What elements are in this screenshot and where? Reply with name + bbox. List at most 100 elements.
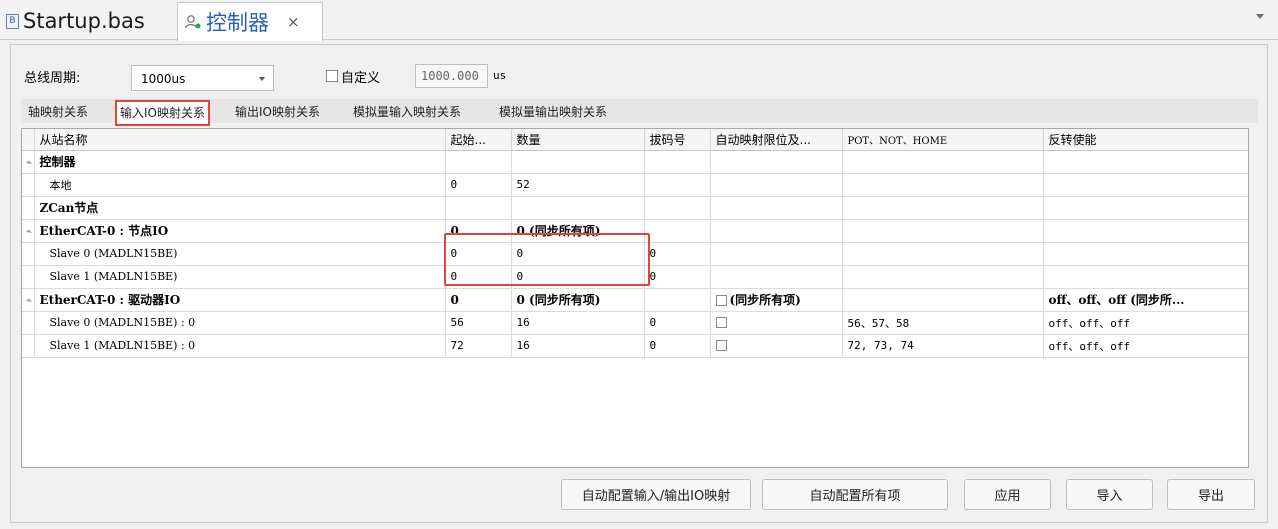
dial-code-cell[interactable] xyxy=(644,288,711,312)
pot-not-home-cell[interactable] xyxy=(842,288,1044,312)
slave-name-cell[interactable]: Slave 1 (MADLN15BE) xyxy=(34,265,446,289)
start-cell[interactable]: 72 xyxy=(445,334,512,358)
auto-limit-cell[interactable] xyxy=(710,173,843,197)
pot-not-home-cell[interactable] xyxy=(842,196,1044,220)
dial-code-cell[interactable]: 0 xyxy=(644,242,711,266)
auto-limit-cell[interactable] xyxy=(710,150,843,174)
auto-limit-cell[interactable]: (同步所有项) xyxy=(710,288,843,312)
count-cell[interactable]: 0 (同步所有项) xyxy=(511,288,645,312)
invert-enable-cell[interactable] xyxy=(1043,242,1248,266)
dial-code-cell[interactable]: 0 xyxy=(644,265,711,289)
subtab-analog-input-mapping[interactable]: 模拟量输入映射关系 xyxy=(353,103,461,120)
expand-triangle-icon[interactable] xyxy=(25,297,33,305)
start-cell[interactable]: 0 xyxy=(445,288,512,312)
invert-enable-cell[interactable] xyxy=(1043,219,1248,243)
start-cell[interactable] xyxy=(445,150,512,174)
auto-limit-checkbox[interactable] xyxy=(715,317,727,328)
start-cell[interactable]: 0 xyxy=(445,242,512,266)
start-cell[interactable]: 0 xyxy=(445,219,512,243)
dial-code-cell[interactable] xyxy=(644,150,711,174)
dial-code-cell[interactable]: 0 xyxy=(644,311,711,335)
table-row[interactable]: Slave 0 (MADLN15BE) 0 0 0 xyxy=(22,242,1248,266)
table-row[interactable]: ZCan节点 xyxy=(22,196,1248,220)
invert-enable-cell[interactable] xyxy=(1043,265,1248,289)
table-row[interactable]: EtherCAT-0 : 节点IO 0 0 (同步所有项) xyxy=(22,219,1248,243)
slave-name-cell[interactable]: EtherCAT-0 : 驱动器IO xyxy=(34,288,446,312)
column-header-invert-enable[interactable]: 反转使能 xyxy=(1043,129,1248,151)
tab-controller[interactable]: 控制器 × xyxy=(177,2,323,41)
dial-code-cell[interactable]: 0 xyxy=(644,334,711,358)
export-button[interactable]: 导出 xyxy=(1167,479,1255,510)
table-row[interactable]: 控制器 xyxy=(22,150,1248,174)
subtab-input-io-mapping[interactable]: 输入IO映射关系 xyxy=(115,100,210,126)
dial-code-cell[interactable] xyxy=(644,173,711,197)
close-icon[interactable]: × xyxy=(287,13,300,31)
table-row[interactable]: EtherCAT-0 : 驱动器IO 0 0 (同步所有项) (同步所有项) off、o… xyxy=(22,288,1248,312)
pot-not-home-cell[interactable] xyxy=(842,219,1044,243)
slave-name-cell[interactable]: Slave 0 (MADLN15BE) : 0 xyxy=(34,311,446,335)
auto-limit-cell[interactable] xyxy=(710,242,843,266)
table-row[interactable]: Slave 1 (MADLN15BE) : 0 72 16 0 72, 73, 74 of… xyxy=(22,334,1248,358)
table-row[interactable]: 本地 0 52 xyxy=(22,173,1248,197)
column-header-dial-code[interactable]: 拔码号 xyxy=(644,129,711,151)
auto-limit-cell[interactable] xyxy=(710,265,843,289)
expand-triangle-icon[interactable] xyxy=(25,228,33,236)
chevron-down-icon[interactable] xyxy=(1256,14,1264,19)
count-cell[interactable]: 16 xyxy=(511,311,645,335)
start-cell[interactable]: 0 xyxy=(445,173,512,197)
table-row[interactable]: Slave 0 (MADLN15BE) : 0 56 16 0 56、57、58 off、… xyxy=(22,311,1248,335)
auto-limit-checkbox[interactable] xyxy=(715,340,727,351)
slave-name-cell[interactable]: 本地 xyxy=(34,173,446,197)
invert-enable-cell[interactable] xyxy=(1043,196,1248,220)
auto-limit-cell[interactable] xyxy=(710,196,843,220)
invert-enable-cell[interactable]: off、off、off xyxy=(1043,311,1248,335)
column-header-count[interactable]: 数量 xyxy=(511,129,645,151)
slave-name-cell[interactable]: EtherCAT-0 : 节点IO xyxy=(34,219,446,243)
table-row[interactable]: Slave 1 (MADLN15BE) 0 0 0 xyxy=(22,265,1248,289)
auto-config-all-button[interactable]: 自动配置所有项 xyxy=(762,479,948,510)
count-cell[interactable] xyxy=(511,150,645,174)
bus-period-select[interactable]: 1000us xyxy=(131,65,274,91)
invert-enable-cell[interactable]: off、off、off (同步所... xyxy=(1043,288,1248,312)
dial-code-cell[interactable] xyxy=(644,196,711,220)
count-cell[interactable]: 0 (同步所有项) xyxy=(511,219,645,243)
pot-not-home-cell[interactable]: 56、57、58 xyxy=(842,311,1044,335)
slave-name-cell[interactable]: ZCan节点 xyxy=(34,196,446,220)
apply-button[interactable]: 应用 xyxy=(964,479,1051,510)
invert-enable-cell[interactable] xyxy=(1043,150,1248,174)
column-header-auto-limit[interactable]: 自动映射限位及... xyxy=(710,129,843,151)
count-cell[interactable]: 16 xyxy=(511,334,645,358)
subtab-axis-mapping[interactable]: 轴映射关系 xyxy=(28,103,88,120)
subtab-output-io-mapping[interactable]: 输出IO映射关系 xyxy=(235,103,320,120)
custom-period-input[interactable]: 1000.000 xyxy=(415,64,488,88)
dial-code-cell[interactable] xyxy=(644,219,711,243)
column-header-start[interactable]: 起始... xyxy=(445,129,512,151)
subtab-analog-output-mapping[interactable]: 模拟量输出映射关系 xyxy=(499,103,607,120)
slave-name-cell[interactable]: 控制器 xyxy=(34,150,446,174)
auto-config-io-button[interactable]: 自动配置输入/输出IO映射 xyxy=(561,479,751,510)
custom-checkbox[interactable] xyxy=(326,70,338,82)
pot-not-home-cell[interactable] xyxy=(842,173,1044,197)
column-header-pot-not-home[interactable]: POT、NOT、HOME xyxy=(842,129,1044,151)
auto-limit-cell[interactable] xyxy=(710,219,843,243)
pot-not-home-cell[interactable]: 72, 73, 74 xyxy=(842,334,1044,358)
start-cell[interactable]: 0 xyxy=(445,265,512,289)
column-header-slave-name[interactable]: 从站名称 xyxy=(34,129,446,151)
pot-not-home-cell[interactable] xyxy=(842,242,1044,266)
expand-triangle-icon[interactable] xyxy=(25,159,33,167)
slave-name-cell[interactable]: Slave 0 (MADLN15BE) xyxy=(34,242,446,266)
import-button[interactable]: 导入 xyxy=(1066,479,1153,510)
tab-startup-bas[interactable]: B Startup.bas xyxy=(6,2,145,40)
invert-enable-cell[interactable]: off、off、off xyxy=(1043,334,1248,358)
count-cell[interactable]: 52 xyxy=(511,173,645,197)
invert-enable-cell[interactable] xyxy=(1043,173,1248,197)
slave-name-cell[interactable]: Slave 1 (MADLN15BE) : 0 xyxy=(34,334,446,358)
auto-limit-cell[interactable] xyxy=(710,311,843,335)
pot-not-home-cell[interactable] xyxy=(842,150,1044,174)
pot-not-home-cell[interactable] xyxy=(842,265,1044,289)
auto-limit-cell[interactable] xyxy=(710,334,843,358)
start-cell[interactable] xyxy=(445,196,512,220)
count-cell[interactable] xyxy=(511,196,645,220)
count-cell[interactable]: 0 xyxy=(511,242,645,266)
start-cell[interactable]: 56 xyxy=(445,311,512,335)
